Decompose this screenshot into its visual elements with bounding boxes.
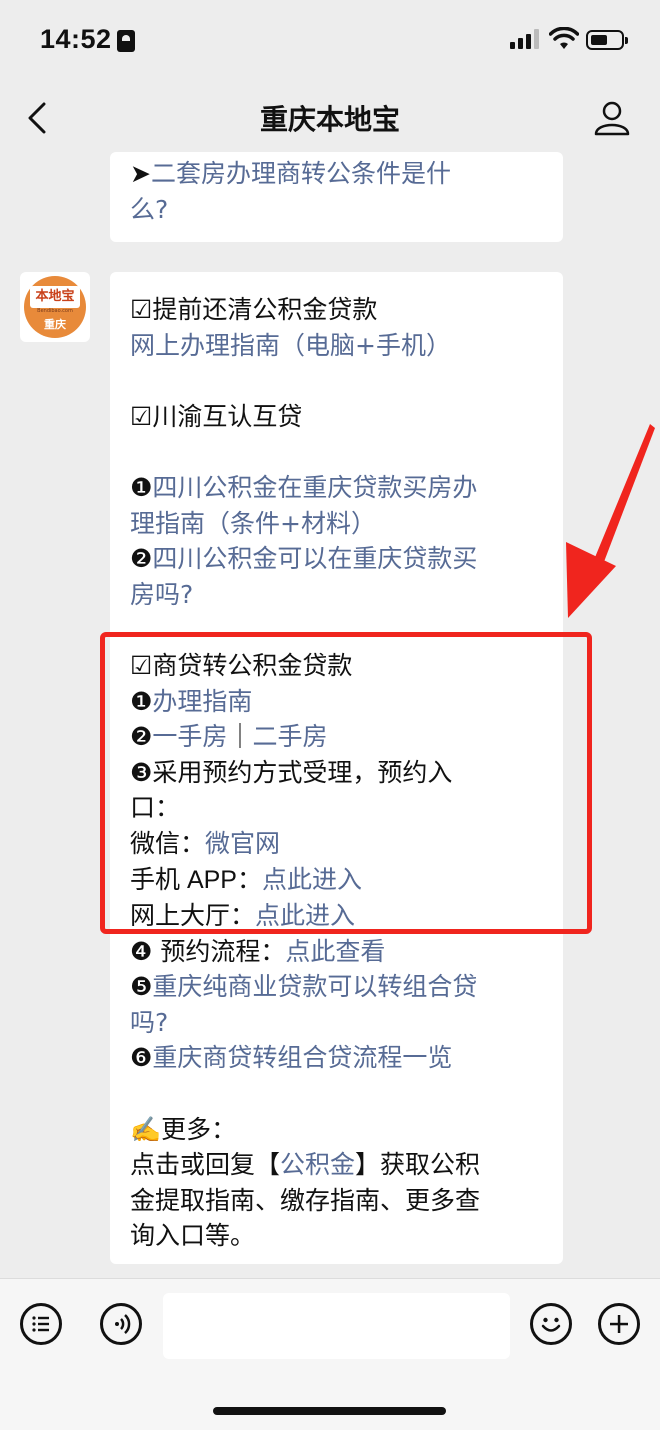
menu-list-button[interactable] <box>20 1303 62 1345</box>
process-view-link[interactable]: 点此查看 <box>285 937 385 966</box>
battery-icon <box>586 30 628 50</box>
plus-icon <box>610 1315 628 1333</box>
red-arrow-annotation <box>566 424 655 618</box>
chat-title: 重庆本地宝 <box>259 103 400 136</box>
sichuan-loan-link-continued[interactable]: 房吗? <box>130 577 543 613</box>
wifi-icon <box>549 27 579 49</box>
prepay-guide-link[interactable]: 网上办理指南（电脑+手机） <box>130 328 543 364</box>
status-time: 14:52 <box>40 24 112 54</box>
cellular-signal-icon <box>510 29 539 49</box>
list-item: ❺重庆纯商业贷款可以转组合贷 <box>130 969 543 1005</box>
gjj-keyword-link[interactable]: 公积金 <box>280 1150 355 1179</box>
more-title: ✍️更多： <box>130 1114 237 1144</box>
avatar[interactable]: 本地宝 Bendibao.com 重庆 <box>20 272 90 342</box>
sichuan-guide-link-continued[interactable]: 理指南（条件+材料） <box>130 506 543 542</box>
combo-process-link[interactable]: 重庆商贷转组合贷流程一览 <box>152 1043 452 1072</box>
red-highlight-box <box>100 632 592 934</box>
status-bar: 14:52 <box>0 0 660 84</box>
message-line: 么? <box>130 192 543 228</box>
voice-icon <box>115 1314 131 1334</box>
combo-loan-link-continued[interactable]: 吗? <box>130 1005 543 1041</box>
sichuan-loan-link[interactable]: 四川公积金可以在重庆贷款买 <box>152 544 477 573</box>
process-label: ❹ 预约流程： <box>130 936 286 966</box>
section-title-sichuan: ☑川渝互认互贷 <box>130 401 303 431</box>
home-indicator <box>213 1407 446 1415</box>
more-text: 金提取指南、缴存指南、更多查 <box>130 1185 481 1215</box>
avatar-domain: Bendibao.com <box>37 308 73 314</box>
more-text: 点击或回复【公积金】获取公积 <box>130 1147 543 1183</box>
message-line: ➤二套房办理商转公条件是什 <box>130 156 543 192</box>
number-bullet: ❺ <box>130 972 153 1002</box>
avatar-city: 重庆 <box>44 318 66 331</box>
number-bullet: ❻ <box>130 1043 153 1073</box>
avatar-brand: 本地宝 <box>35 289 75 304</box>
article-link-continued[interactable]: 么? <box>130 195 168 224</box>
message-input[interactable] <box>163 1293 510 1359</box>
arrow-prefix: ➤ <box>130 159 151 188</box>
list-item: ❻重庆商贷转组合贷流程一览 <box>130 1040 543 1076</box>
plus-button[interactable] <box>598 1303 640 1345</box>
emoji-icon <box>541 1317 561 1332</box>
person-icon[interactable] <box>592 98 632 138</box>
id-card-icon <box>117 30 135 52</box>
menu-list-icon <box>32 1316 49 1332</box>
number-bullet: ❷ <box>130 544 153 574</box>
sichuan-guide-link[interactable]: 四川公积金在重庆贷款买房办 <box>152 473 477 502</box>
article-link[interactable]: 二套房办理商转公条件是什 <box>151 159 451 188</box>
emoji-button[interactable] <box>530 1303 572 1345</box>
list-item: ❷四川公积金可以在重庆贷款买 <box>130 541 543 577</box>
chat-input-bar <box>0 1278 660 1430</box>
number-bullet: ❶ <box>130 472 153 502</box>
combo-loan-link[interactable]: 重庆纯商业贷款可以转组合贷 <box>152 972 477 1001</box>
list-item: ❹ 预约流程：点此查看 <box>130 934 543 970</box>
voice-button[interactable] <box>100 1303 142 1345</box>
navigation-bar: 重庆本地宝 <box>0 84 660 152</box>
more-text-part: 点击或回复【 <box>130 1150 281 1180</box>
section-title-prepay: ☑提前还清公积金贷款 <box>130 295 378 324</box>
list-item: ❶四川公积金在重庆贷款买房办 <box>130 470 543 506</box>
more-text: 询入口等。 <box>130 1221 256 1251</box>
message-bubble-previous: ➤二套房办理商转公条件是什 么? <box>110 152 563 242</box>
more-text-part: 】获取公积 <box>355 1150 481 1180</box>
